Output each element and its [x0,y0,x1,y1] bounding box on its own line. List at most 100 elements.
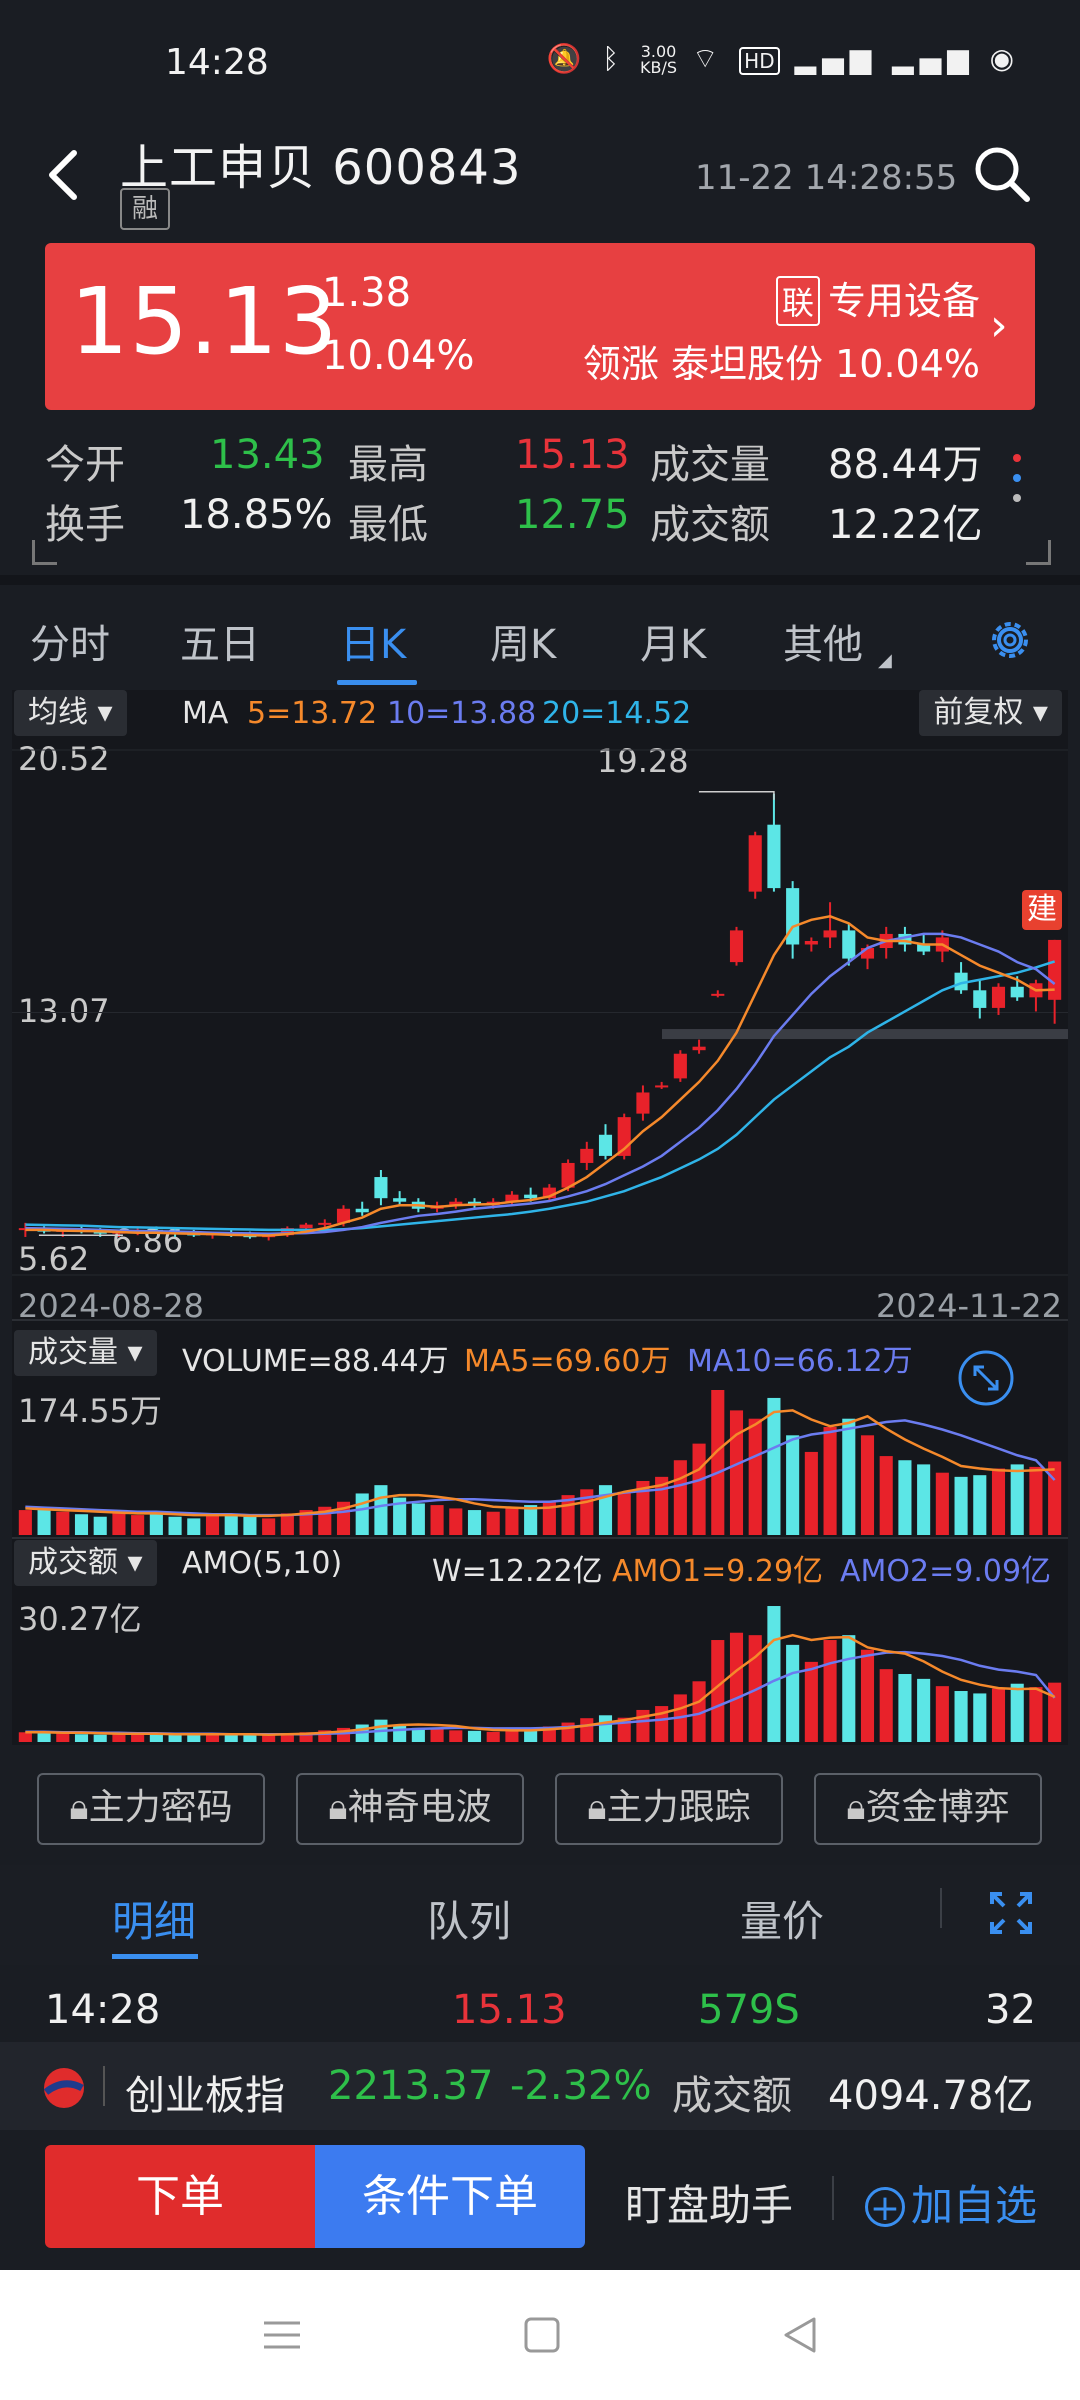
expand-corner-left [32,540,57,565]
candle-body [729,930,744,963]
active-tab-indicator [337,680,417,685]
amount-bar [74,1734,89,1742]
watch-assistant-button[interactable]: 盯盘助手 [625,2172,793,2233]
volume-bar [168,1516,182,1535]
expand-corner-right [1026,540,1051,565]
candle-body [711,993,725,996]
volume-bar [280,1513,294,1535]
candle-body [692,1046,706,1051]
feature-button-capital-game[interactable]: 🔒︎资金博弈 [814,1773,1042,1845]
mute-icon: 🔕 [546,42,588,75]
tab-monthly-k[interactable]: 月K [640,612,706,670]
volume-ma5: MA5=69.60万 [464,1344,671,1379]
candle-body [524,1194,538,1199]
volume-indicator-select[interactable]: 成交量 ▾ [14,1330,157,1376]
add-watchlist-button[interactable]: + 加自选 [865,2172,1037,2233]
home-icon[interactable] [522,2315,562,2355]
net-speed: 3.00 KB/S [640,44,677,76]
candle-body [355,1208,369,1213]
sector-link[interactable]: 联专用设备 [775,270,980,326]
tab-five-day[interactable]: 五日 [180,612,260,670]
feature-button-main-force-tracking[interactable]: 🔒︎主力跟踪 [555,1773,783,1845]
system-nav-bar [0,2270,1080,2400]
feature-button-main-force-code[interactable]: 🔒︎主力密码 [37,1773,265,1845]
feature-button-magic-wave[interactable]: 🔒︎神奇电波 [296,1773,524,1845]
tab-volume-price[interactable]: 量价 [740,1888,824,1949]
search-icon[interactable] [972,144,1030,202]
low-value: 12.75 [515,492,630,538]
ma20-line [25,960,1056,1232]
candle-body [393,1198,407,1202]
price-change-pct: 10.04% [322,333,475,379]
volume-bar [205,1514,220,1535]
volume-bar [954,1476,968,1535]
tab-daily-k[interactable]: 日K [340,612,406,670]
volume-bar [37,1508,51,1535]
conditional-order-button[interactable]: 条件下单 [315,2145,585,2248]
quote-stats: 今开 13.43 最高 15.13 成交量 88.44万 换手 18.85% 最… [0,420,1080,570]
candle-body [636,1092,650,1114]
chevron-right-icon[interactable]: › [990,300,1008,351]
signal-5g-icon: ▂▄▆ [892,42,975,75]
candle-body [748,835,762,892]
tab-other[interactable]: 其他 [783,612,863,670]
price-change: 1.38 [322,270,412,316]
amount-bar [486,1731,500,1742]
expand-icon[interactable] [988,1890,1034,1936]
amount-bar [973,1693,987,1742]
volume-bar [1010,1464,1024,1535]
lock-icon: 🔒︎ [69,1787,89,1828]
tab-weekly-k[interactable]: 周K [490,612,556,670]
more-dots-icon[interactable] [1010,450,1024,514]
sector-leader: 领涨 泰坦股份 10.04% [583,333,980,388]
tab-intraday[interactable]: 分时 [30,612,110,670]
volume-bar [74,1514,89,1535]
wifi-icon: ⌔ [691,42,725,75]
candle-body [673,1053,687,1079]
fullscreen-toggle-icon[interactable] [958,1350,1014,1406]
detail-tab-indicator [112,1954,198,1959]
trade-time: 14:28 [45,1987,161,2033]
volume-label: VOLUME=88.44万 [182,1344,449,1379]
ma5-line [25,915,1055,1237]
amount-bar [1010,1683,1024,1742]
volume-bar [860,1435,875,1535]
amount-bar [449,1730,463,1742]
turnover-value: 18.85% [180,492,333,538]
gear-icon[interactable] [985,615,1035,665]
open-value: 13.43 [210,432,325,478]
amount-ymax: 30.27亿 [18,1600,142,1638]
battery-icon: ◉ [989,42,1020,75]
back-icon[interactable] [40,145,90,205]
leader-prefix: 领涨 [582,342,659,386]
amount-label: AMO(5,10) [182,1546,343,1581]
amount-bar [131,1734,145,1742]
feature-button-label: 资金博弈 [865,1787,1010,1828]
volume-bar [374,1485,388,1535]
volume-bar [673,1460,687,1535]
chart-area[interactable]: 均线 ▾ MA 5=13.72 10=13.88 20=14.52 前复权 ▾ … [12,690,1068,1745]
volume-bar [56,1511,70,1535]
candle-body [374,1177,388,1199]
amount-bar [56,1733,70,1742]
margin-badge: 融 [120,188,170,230]
menu-icon[interactable] [262,2315,302,2355]
feature-button-label: 主力密码 [88,1787,233,1828]
candle-body [767,824,781,889]
volume-bar [711,1390,725,1535]
amount-indicator-select[interactable]: 成交额 ▾ [14,1540,157,1586]
tab-divider [940,1888,942,1928]
tab-queue[interactable]: 队列 [427,1888,511,1949]
status-time: 14:28 [165,42,269,83]
order-button[interactable]: 下单 [45,2145,315,2248]
open-label: 今开 [45,442,125,488]
back-nav-icon[interactable] [780,2315,820,2355]
amount-amo2: AMO2=9.09亿 [840,1554,1052,1589]
candle-body [598,1134,613,1156]
index-name: 创业板指 [125,2073,285,2119]
feature-button-label: 主力跟踪 [606,1787,751,1828]
volume-bar [842,1418,856,1535]
tab-detail[interactable]: 明细 [112,1888,196,1949]
ma10-line [25,932,1056,1236]
candle-body [299,1224,313,1229]
